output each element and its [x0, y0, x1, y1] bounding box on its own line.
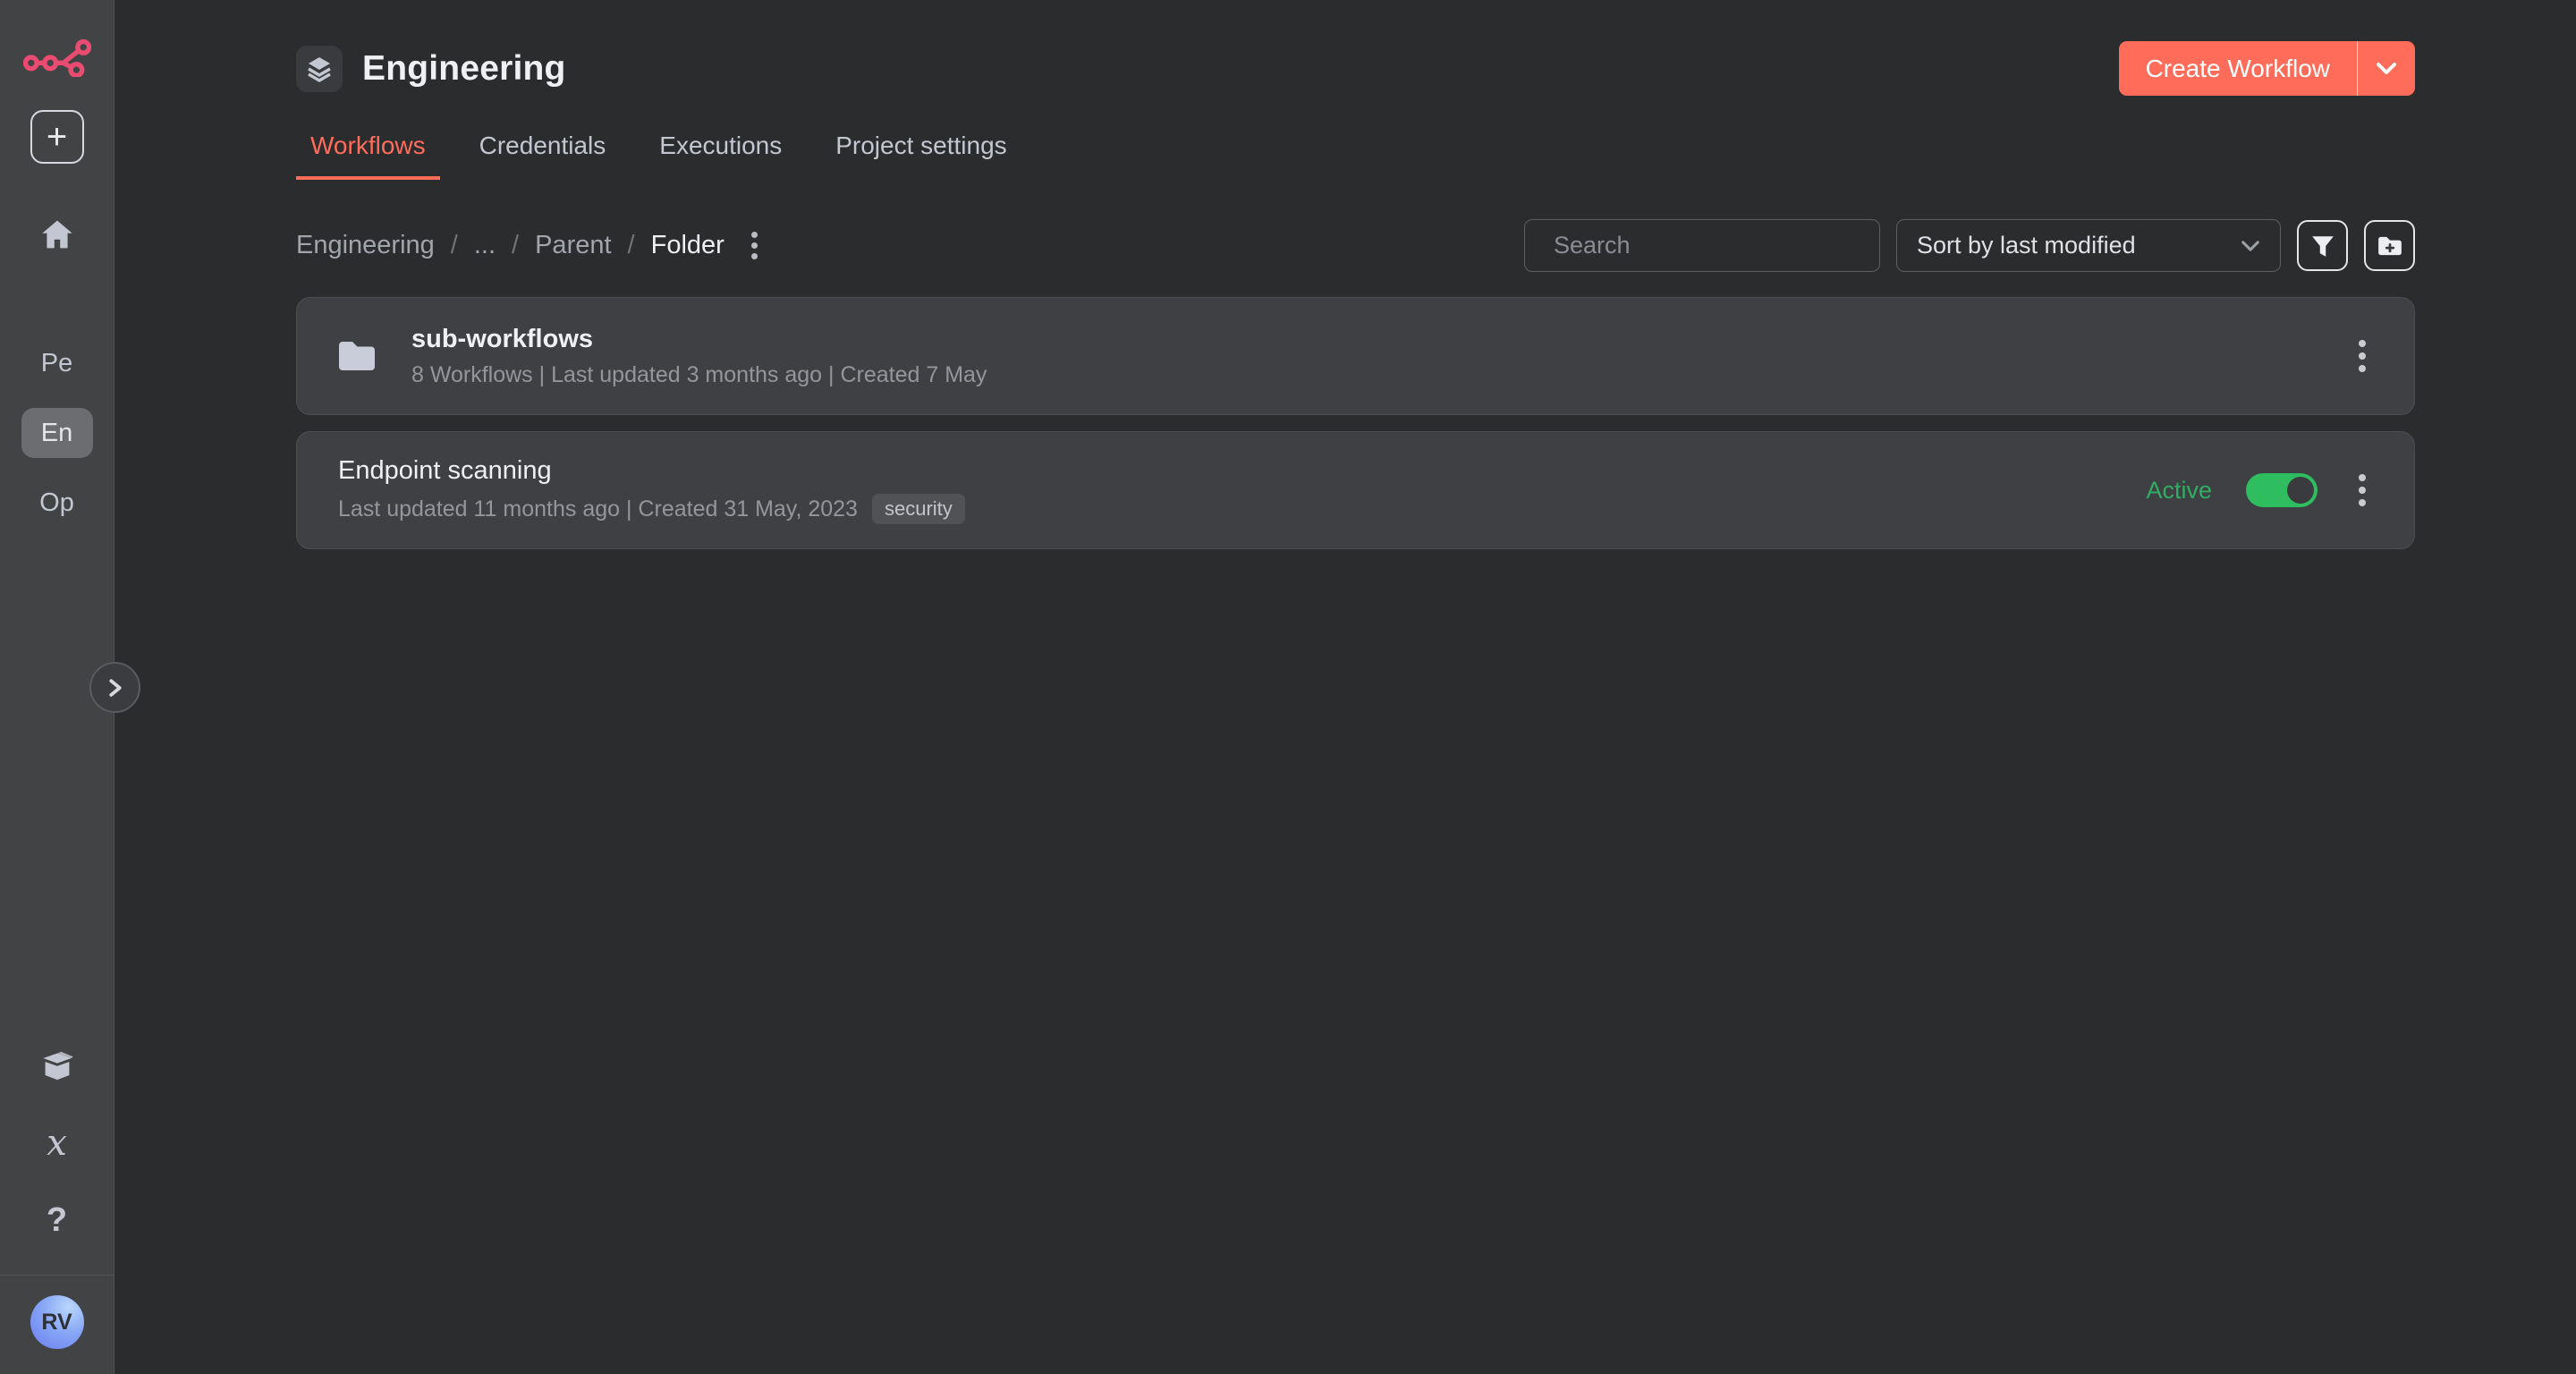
help-icon[interactable]: ? — [47, 1182, 67, 1259]
chevron-right-icon — [106, 678, 125, 698]
tab-executions[interactable]: Executions — [645, 131, 796, 180]
breadcrumb-item-engineering[interactable]: Engineering — [296, 231, 435, 260]
sidebar-item-project-op[interactable]: Op — [21, 478, 93, 528]
folder-card-sub-workflows[interactable]: sub-workflows 8 Workflows | Last updated… — [296, 297, 2415, 415]
create-workflow-dropdown-button[interactable] — [2358, 41, 2415, 96]
card-title: sub-workflows — [411, 325, 987, 354]
sidebar-item-project-pe[interactable]: Pe — [21, 338, 93, 388]
variables-icon[interactable]: x — [47, 1105, 67, 1182]
filter-funnel-icon — [2310, 233, 2335, 259]
filter-button[interactable] — [2297, 220, 2348, 271]
card-body: Endpoint scanning Last updated 11 months… — [338, 456, 965, 524]
status-label: Active — [2146, 477, 2212, 505]
tab-workflows[interactable]: Workflows — [296, 131, 440, 180]
breadcrumb: Engineering / ... / Parent / Folder — [296, 226, 763, 265]
breadcrumb-item-parent[interactable]: Parent — [535, 231, 611, 260]
controls-row: Engineering / ... / Parent / Folder Sort… — [296, 219, 2415, 272]
breadcrumb-item-ellipsis[interactable]: ... — [474, 231, 496, 260]
card-actions-kebab-icon[interactable] — [2351, 333, 2373, 379]
tag-security[interactable]: security — [872, 494, 965, 524]
create-workflow-split-button: Create Workflow — [2119, 41, 2415, 96]
tab-project-settings[interactable]: Project settings — [821, 131, 1021, 180]
card-body: sub-workflows 8 Workflows | Last updated… — [411, 325, 987, 388]
sidebar-item-project-en[interactable]: En — [21, 408, 93, 458]
n8n-logo-icon[interactable] — [23, 39, 91, 81]
folder-plus-icon — [2377, 233, 2403, 259]
sidebar-divider — [0, 1275, 114, 1276]
card-meta: 8 Workflows | Last updated 3 months ago … — [411, 362, 987, 388]
tab-credentials[interactable]: Credentials — [465, 131, 621, 180]
tab-bar: Workflows Credentials Executions Project… — [296, 131, 2415, 180]
toggle-knob — [2287, 477, 2314, 504]
create-workflow-button[interactable]: Create Workflow — [2119, 41, 2357, 96]
card-title: Endpoint scanning — [338, 456, 965, 486]
workflow-active-toggle[interactable] — [2246, 473, 2318, 507]
breadcrumb-separator: / — [512, 231, 519, 260]
project-list: Pe En Op — [21, 338, 93, 528]
search-input[interactable] — [1554, 232, 1870, 259]
sidebar-expand-button[interactable] — [89, 662, 140, 713]
card-actions-kebab-icon[interactable] — [2351, 467, 2373, 513]
chevron-down-icon — [2376, 62, 2397, 75]
user-avatar[interactable]: RV — [30, 1295, 84, 1349]
breadcrumb-separator: / — [628, 231, 635, 260]
add-button[interactable]: + — [30, 110, 84, 164]
breadcrumb-separator: / — [451, 231, 458, 260]
folder-actions-kebab-icon[interactable] — [746, 226, 763, 265]
header-row: Engineering Create Workflow — [296, 41, 2415, 96]
project-badge — [296, 46, 343, 92]
resource-list: sub-workflows 8 Workflows | Last updated… — [296, 297, 2415, 549]
chevron-down-icon — [2241, 240, 2260, 252]
card-meta: Last updated 11 months ago | Created 31 … — [338, 496, 858, 522]
layers-icon — [306, 55, 333, 82]
sort-dropdown[interactable]: Sort by last modified — [1896, 219, 2281, 272]
main-content: Engineering Create Workflow Workflows Cr… — [115, 0, 2576, 1374]
folder-icon — [338, 341, 376, 371]
sidebar-bottom: x ? RV — [0, 1028, 114, 1374]
templates-box-icon[interactable] — [40, 1028, 74, 1105]
plus-icon: + — [47, 119, 67, 155]
search-box — [1524, 219, 1880, 272]
controls-right: Sort by last modified — [1524, 219, 2415, 272]
new-folder-button[interactable] — [2364, 220, 2415, 271]
sort-dropdown-label: Sort by last modified — [1917, 232, 2136, 259]
breadcrumb-current-folder: Folder — [651, 231, 724, 260]
page-title: Engineering — [362, 49, 566, 89]
home-icon[interactable] — [41, 219, 73, 254]
workflow-card-endpoint-scanning[interactable]: Endpoint scanning Last updated 11 months… — [296, 431, 2415, 549]
